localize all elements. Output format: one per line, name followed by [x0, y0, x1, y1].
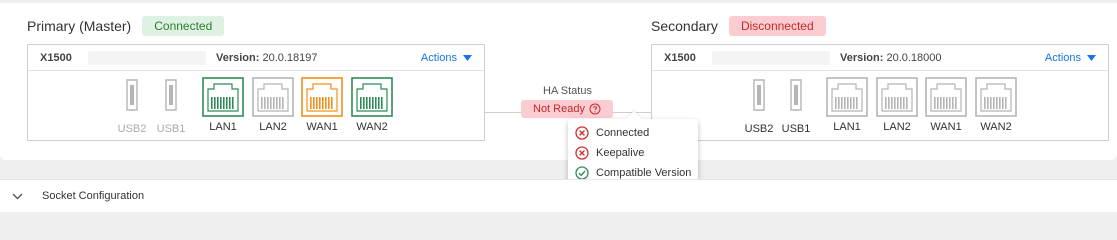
- ha-check-label: Connected: [596, 127, 650, 139]
- ethernet-port-icon: [975, 77, 1017, 117]
- port-usb2[interactable]: USB2: [745, 79, 773, 135]
- primary-title: Primary (Master): [27, 18, 132, 34]
- secondary-device-card: X1500 Version: 20.0.18000 Actions USB2 U…: [651, 44, 1109, 141]
- port-lan2[interactable]: LAN2: [876, 77, 918, 133]
- caret-down-icon: [1087, 54, 1096, 61]
- secondary-title: Secondary: [651, 18, 718, 34]
- ha-check-item: Compatible Version: [575, 166, 691, 180]
- ethernet-port-icon: [876, 77, 918, 117]
- ethernet-port-icon: [202, 77, 244, 117]
- port-usb1[interactable]: USB1: [782, 79, 810, 135]
- ha-status-label: HA Status: [543, 85, 592, 97]
- socket-configuration-label: Socket Configuration: [42, 190, 145, 202]
- port-usb1[interactable]: USB1: [157, 79, 185, 135]
- port-wan1[interactable]: WAN1: [925, 77, 967, 133]
- port-label: WAN2: [356, 121, 388, 133]
- error-circle-icon: [575, 146, 589, 160]
- check-circle-icon: [575, 166, 589, 180]
- ha-status-text: Not Ready: [533, 103, 585, 115]
- primary-status-badge: Connected: [142, 16, 225, 36]
- port-lan2[interactable]: LAN2: [252, 77, 294, 133]
- secondary-model: X1500: [664, 51, 696, 64]
- ha-check-label: Keepalive: [596, 147, 645, 159]
- port-usb2[interactable]: USB2: [118, 79, 146, 135]
- usb-port-icon: [165, 79, 177, 111]
- ethernet-port-icon: [826, 77, 868, 117]
- primary-device-header: X1500 Version: 20.0.18197 Actions: [28, 45, 484, 71]
- ethernet-port-icon: [351, 77, 393, 117]
- port-wan1[interactable]: WAN1: [301, 77, 343, 133]
- secondary-device-header: X1500 Version: 20.0.18000 Actions: [652, 45, 1108, 71]
- ha-check-item: Keepalive: [575, 146, 644, 160]
- port-wan2[interactable]: WAN2: [975, 77, 1017, 133]
- primary-actions-button[interactable]: Actions: [421, 52, 472, 64]
- port-label: WAN2: [980, 121, 1012, 133]
- secondary-ports: USB2 USB1 LAN1 LAN2 WAN1 WAN2: [652, 77, 1108, 139]
- help-icon[interactable]: [589, 103, 601, 115]
- socket-configuration-row[interactable]: Socket Configuration: [0, 179, 1117, 212]
- error-circle-icon: [575, 126, 589, 140]
- secondary-actions-button[interactable]: Actions: [1045, 52, 1096, 64]
- primary-header: Primary (Master) Connected: [27, 16, 225, 36]
- port-wan2[interactable]: WAN2: [351, 77, 393, 133]
- ha-check-label: Compatible Version: [596, 167, 692, 179]
- primary-model: X1500: [40, 51, 72, 64]
- port-lan1[interactable]: LAN1: [826, 77, 868, 133]
- primary-version: Version: 20.0.18197: [216, 51, 318, 64]
- secondary-status-badge: Disconnected: [728, 16, 826, 36]
- secondary-serial-redacted: [712, 50, 830, 65]
- usb-port-icon: [790, 79, 802, 111]
- secondary-header: Secondary Disconnected: [651, 16, 826, 36]
- ha-check-item: Connected: [575, 126, 649, 140]
- chevron-down-icon[interactable]: [0, 193, 34, 200]
- primary-ports: USB2 USB1 LAN1 LAN2 WAN1 WAN2: [28, 77, 484, 139]
- port-lan1[interactable]: LAN1: [202, 77, 244, 133]
- ethernet-port-icon: [925, 77, 967, 117]
- ethernet-port-icon: [301, 77, 343, 117]
- ethernet-port-icon: [252, 77, 294, 117]
- usb-port-icon: [126, 79, 138, 111]
- caret-down-icon: [463, 54, 472, 61]
- secondary-version: Version: 20.0.18000: [840, 51, 942, 64]
- primary-serial-redacted: [88, 50, 206, 65]
- usb-port-icon: [753, 79, 765, 111]
- ha-status-badge[interactable]: Not Ready: [521, 100, 613, 118]
- primary-device-card: X1500 Version: 20.0.18197 Actions USB2 U…: [27, 44, 485, 141]
